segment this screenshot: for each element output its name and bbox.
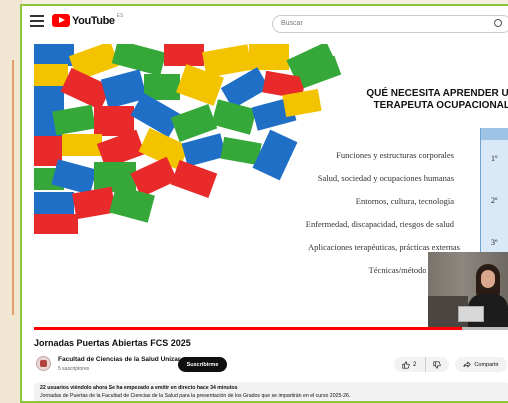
region-code: ES xyxy=(116,12,124,19)
year-label: 3º xyxy=(491,238,498,247)
left-accent-line xyxy=(0,60,14,315)
video-player[interactable]: QUÉ NECESITA APRENDER UN TERAPEUTA OCUPA… xyxy=(34,44,508,330)
browser-frame: YouTube ES Buscar QUÉ NECESITA APRENDER … xyxy=(20,4,508,403)
presenter-webcam xyxy=(426,252,508,330)
slide-item-list: Funciones y estructuras corporales Salud… xyxy=(234,144,480,292)
video-title: Jornadas Puertas Abiertas FCS 2025 xyxy=(34,338,191,348)
like-count: 2 xyxy=(413,361,417,368)
share-label: Compartir xyxy=(474,361,499,368)
year-label: 1º xyxy=(491,154,498,163)
slide-item: Enfermedad, discapacidad, riesgos de sal… xyxy=(305,219,454,229)
slide-title-line2: TERAPEUTA OCUPACIONAL xyxy=(373,100,508,111)
channel-avatar[interactable] xyxy=(36,356,51,371)
subscribe-button[interactable]: Suscribirme xyxy=(178,357,227,372)
description-box[interactable]: 22 usuarios viéndolo ahora Se ha empezad… xyxy=(34,382,508,401)
slide-item: Funciones y estructuras corporales xyxy=(336,150,454,160)
presenter-face xyxy=(481,270,495,288)
description-text: Jornadas de Puertas de la Facultad de Ci… xyxy=(40,393,351,399)
like-dislike-group: 2 xyxy=(394,357,449,372)
dislike-button[interactable] xyxy=(426,357,448,372)
search-icon[interactable] xyxy=(494,19,502,27)
thumbs-up-icon xyxy=(402,360,410,369)
slide-item: Entornos, cultura, tecnología xyxy=(355,196,454,206)
slide-title-line1: QUÉ NECESITA APRENDER UN xyxy=(366,88,508,99)
thumbs-down-icon xyxy=(433,360,441,369)
channel-row: Facultad de Ciencias de la Salud Unizar … xyxy=(34,354,507,378)
youtube-topbar: YouTube ES Buscar xyxy=(22,6,508,36)
youtube-play-icon xyxy=(52,14,70,27)
progress-fill xyxy=(34,327,463,330)
like-button[interactable]: 2 xyxy=(394,357,426,372)
progress-bar[interactable] xyxy=(34,327,508,330)
slide-item: Salud, sociedad y ocupaciones humanas xyxy=(317,173,454,183)
year-label: 2º xyxy=(491,196,498,205)
menu-icon[interactable] xyxy=(30,15,44,27)
left-background-strip xyxy=(0,0,22,403)
description-meta: 22 usuarios viéndolo ahora Se ha empezad… xyxy=(40,385,238,391)
subscriber-count: 5 suscriptores xyxy=(58,366,90,372)
youtube-logo-text: YouTube xyxy=(72,14,115,27)
laptop xyxy=(458,306,484,322)
search-input[interactable]: Buscar xyxy=(272,15,508,33)
youtube-logo[interactable]: YouTube ES xyxy=(52,12,124,27)
year-column-header xyxy=(481,128,508,140)
share-button[interactable]: Compartir xyxy=(455,357,507,372)
slide-title: QUÉ NECESITA APRENDER UN TERAPEUTA OCUPA… xyxy=(356,88,508,112)
share-icon xyxy=(463,361,472,368)
channel-name[interactable]: Facultad de Ciencias de la Salud Unizar xyxy=(58,356,180,363)
